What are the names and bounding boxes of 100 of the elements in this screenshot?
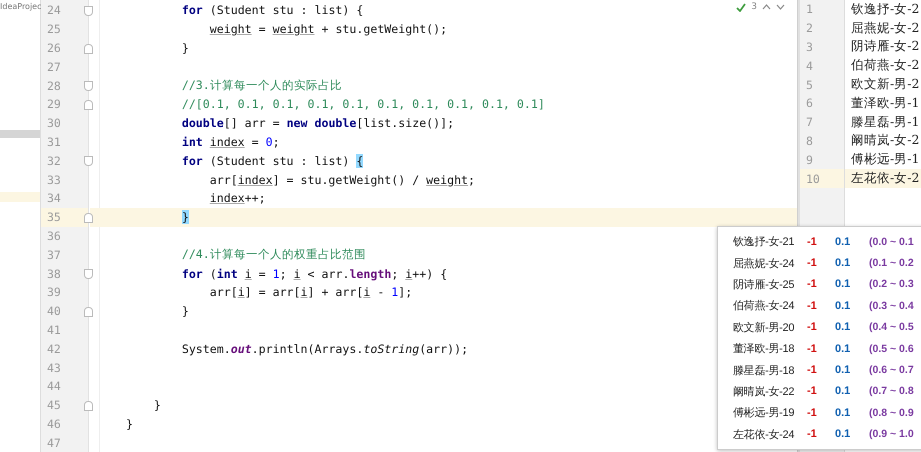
delta-value: -1 [807,236,818,248]
line-number: 29 [47,97,61,112]
code-line: for (Student stu : list) { [180,3,364,18]
fold-icon[interactable] [84,81,93,92]
weight-value: 0.1 [835,278,852,290]
code-line: //3.计算每一个人的实际占比 [180,78,342,94]
text-line: 伯荷燕-女-2 [851,57,920,74]
line-number: 38 [47,266,61,281]
line-number: 41 [47,322,61,337]
range-value: (0.3 ~ 0.4 [869,300,914,312]
line-number: 9 [806,152,813,167]
delta-value: -1 [807,364,818,376]
text-line: 滕星磊-男-1 [851,114,920,131]
student-name: 欧文新-男-20 [733,320,796,335]
inspection-count[interactable]: 3 [751,2,757,12]
weight-value: 0.1 [835,428,852,440]
line-number: 28 [47,78,61,93]
code-line: } [126,416,133,431]
line-number: 44 [47,379,61,394]
line-number: 33 [47,172,61,187]
student-name: 左花依-女-24 [733,428,796,442]
line-number: 34 [47,191,61,206]
text-line: 钦逸抒-女-2 [851,0,920,18]
line-number: 27 [47,60,61,74]
fold-icon[interactable] [84,156,93,166]
range-value: (0.6 ~ 0.7 [869,364,914,376]
code-line: //[0.1, 0.1, 0.1, 0.1, 0.1, 0.1, 0.1, 0.1, 0.1, 0.1] [180,97,545,112]
code-line: } [180,304,189,318]
line-number: 10 [806,172,820,186]
code-line: index++; [208,191,266,206]
weight-value: 0.1 [835,257,852,270]
range-value: (0.9 ~ 1.0 [869,428,914,440]
student-name: 屈燕妮-女-24 [733,256,796,271]
project-name[interactable]: IdeaProjec [0,2,40,11]
line-number: 45 [47,398,61,412]
student-name: 董泽欧-男-18 [733,342,796,356]
line-number: 30 [47,116,61,130]
fold-icon[interactable] [84,100,93,110]
code-line: //4.计算每一个人的权重占比范围 [180,247,366,262]
student-name: 傅彬远-男-19 [733,406,796,420]
line-number: 42 [47,342,61,356]
code-line: arr[index] = stu.getWeight() / weight; [208,172,476,187]
line-number: 47 [47,436,61,450]
line-number: 46 [47,416,61,431]
line-number: 3 [806,40,813,54]
text-line: 阴诗雁-女-2 [851,38,920,56]
range-value: (0.7 ~ 0.8 [869,385,914,398]
line-number: 40 [47,304,61,318]
delta-value: -1 [807,321,818,334]
fold-icon[interactable] [84,269,93,280]
text-line: 欧文新-男-2 [851,76,920,94]
line-number: 35 [47,210,61,224]
student-name: 钦逸抒-女-21 [733,235,796,250]
tree-row-highlight [0,192,40,202]
line-number: 39 [47,285,61,300]
chevron-up-icon[interactable] [762,4,771,10]
weight-value: 0.1 [835,236,852,248]
text-line: 董泽欧-男-1 [851,94,920,112]
range-value: (0.5 ~ 0.6 [869,342,914,355]
code-line: double[] arr = new double[list.size()]; [180,116,454,130]
line-number: 8 [806,134,813,148]
delta-value: -1 [807,406,818,419]
weight-value: 0.1 [835,342,852,355]
student-name: 滕星磊-男-18 [733,364,796,378]
line-number: 43 [47,360,61,375]
weight-value: 0.1 [835,321,852,334]
check-icon[interactable] [736,2,746,12]
range-value: (0.8 ~ 0.9 [869,406,914,419]
fold-icon[interactable] [84,6,93,16]
line-number: 6 [806,96,813,110]
chevron-down-icon[interactable] [776,4,785,10]
line-number: 25 [47,22,61,36]
fold-icon[interactable] [84,212,93,223]
weight-value: 0.1 [835,406,852,419]
code-line: arr[i] = arr[i] + arr[i - 1]; [208,285,412,300]
code-line: weight = weight + stu.getWeight(); [208,22,448,36]
student-name: 阴诗雁-女-25 [733,278,796,292]
text-line: 屈燕妮-女-2 [851,20,920,37]
fold-icon[interactable] [84,306,93,317]
student-name: 阚晴岚-女-22 [733,384,796,399]
student-name: 伯荷燕-女-24 [733,298,796,314]
code-line: System.out.println(Arrays.toString(arr)); [180,342,468,356]
line-number: 37 [47,248,61,262]
line-number: 7 [806,115,813,130]
delta-value: -1 [807,385,818,398]
line-number: 26 [47,40,61,55]
fold-icon[interactable] [84,400,93,411]
text-line: 傅彬远-男-1 [851,151,920,168]
delta-value: -1 [807,300,818,312]
delta-value: -1 [807,428,818,440]
fold-icon[interactable] [84,44,93,54]
range-value: (0.1 ~ 0.2 [869,257,914,270]
range-value: (0.0 ~ 0.1 [869,236,914,248]
weight-value: 0.1 [835,300,852,312]
delta-value: -1 [807,278,818,290]
code-line: int index = 0; [180,134,280,149]
line-number: 2 [806,21,813,36]
code-line: } [152,398,161,412]
delta-value: -1 [807,257,818,270]
range-value: (0.4 ~ 0.5 [869,321,914,334]
